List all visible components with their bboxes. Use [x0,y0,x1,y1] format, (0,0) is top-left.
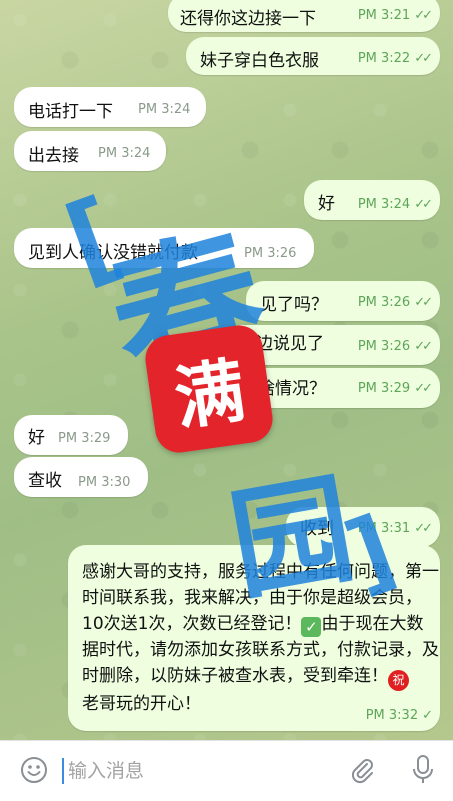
message-meta: PM 3:31 ✓✓ [357,521,433,536]
message-bubble-incoming[interactable]: 出去接 PM 3:24 [14,131,166,171]
message-time: PM 3:21 [357,8,411,23]
message-text-part: 老哥玩的开心！ [82,694,201,714]
paperclip-icon[interactable] [347,755,377,785]
message-bubble-outgoing[interactable]: 感谢大哥的支持，服务过程中有任何问题，第一时间联系我，我来解决，由于你是超级会员… [68,545,440,731]
message-time: PM 3:31 [357,521,411,536]
message-text: 妹子穿白色衣服 [200,51,319,71]
message-text: 收到 [300,519,334,539]
message-bubble-outgoing[interactable]: 妹子穿白色衣服 PM 3:22 ✓✓ [186,37,440,75]
message-input-bar: 输入消息 [0,740,453,801]
message-time: PM 3:29 [357,381,411,396]
message-bubble-outgoing[interactable]: 啥情况？ PM 3:29 ✓✓ [246,368,440,408]
message-bubble-incoming[interactable]: 见到人确认没错就付款 PM 3:26 [14,228,314,268]
message-bubble-outgoing[interactable]: 收到 PM 3:31 ✓✓ [286,507,440,547]
message-bubble-incoming[interactable]: 电话打一下 PM 3:24 [14,87,206,127]
message-text: 好 [28,428,45,448]
sent-tick-icon: ✓ [422,708,433,723]
read-ticks-icon: ✓✓ [414,51,433,66]
message-meta: PM 3:26 ✓✓ [357,295,433,310]
message-text: 啥情况？ [258,379,326,399]
smile-icon[interactable] [20,756,48,784]
message-time: PM 3:24 [138,102,191,117]
message-time: PM 3:26 [244,246,297,261]
message-text: 出去接 [28,146,79,166]
message-time: PM 3:30 [78,475,131,490]
read-ticks-icon: ✓✓ [414,521,433,536]
chat-area[interactable]: 还得你这边接一下 PM 3:21 ✓✓ 妹子穿白色衣服 PM 3:22 ✓✓ 电话打… [0,0,453,740]
message-meta: PM 3:32 ✓ [365,708,433,723]
message-text: 查收 [28,471,62,491]
message-time: PM 3:32 [365,708,419,723]
read-ticks-icon: ✓✓ [414,8,433,23]
message-bubble-outgoing[interactable]: 还得你这边接一下 PM 3:21 ✓✓ [168,0,440,32]
message-bubble-outgoing[interactable]: 这边说见了 PM 3:26 ✓✓ [225,325,440,365]
message-text: 见了吗？ [260,295,328,315]
read-ticks-icon: ✓✓ [414,339,433,354]
message-meta: PM 3:22 ✓✓ [357,51,433,66]
message-text: 这边说见了 [239,334,324,354]
message-meta: PM 3:26 ✓✓ [357,339,433,354]
message-text: 好 [318,194,335,214]
message-meta: PM 3:24 ✓✓ [357,197,433,212]
message-meta: PM 3:29 ✓✓ [357,381,433,396]
message-meta: PM 3:21 ✓✓ [357,8,433,23]
message-bubble-outgoing[interactable]: 见了吗？ PM 3:26 ✓✓ [246,281,440,321]
blessing-emoji-icon: 祝 [388,670,409,691]
check-mark-emoji-icon: ✓ [301,617,322,637]
message-time: PM 3:26 [357,339,411,354]
message-text: 见到人确认没错就付款 [28,243,198,263]
microphone-icon[interactable] [410,754,436,786]
read-ticks-icon: ✓✓ [414,197,433,212]
message-text: 还得你这边接一下 [180,9,316,29]
message-text: 感谢大哥的支持，服务过程中有任何问题，第一时间联系我，我来解决，由于你是超级会员… [82,559,440,717]
message-time: PM 3:26 [357,295,411,310]
message-time: PM 3:29 [58,431,111,446]
message-time: PM 3:22 [357,51,411,66]
message-time: PM 3:24 [98,146,151,161]
message-bubble-outgoing[interactable]: 好 PM 3:24 ✓✓ [304,180,440,220]
read-ticks-icon: ✓✓ [414,381,433,396]
message-input[interactable]: 输入消息 [62,758,144,784]
message-bubble-incoming[interactable]: 查收 PM 3:30 [14,457,148,497]
message-bubble-incoming[interactable]: 好 PM 3:29 [14,415,128,455]
read-ticks-icon: ✓✓ [414,295,433,310]
message-text: 电话打一下 [28,102,113,122]
message-time: PM 3:24 [357,197,411,212]
